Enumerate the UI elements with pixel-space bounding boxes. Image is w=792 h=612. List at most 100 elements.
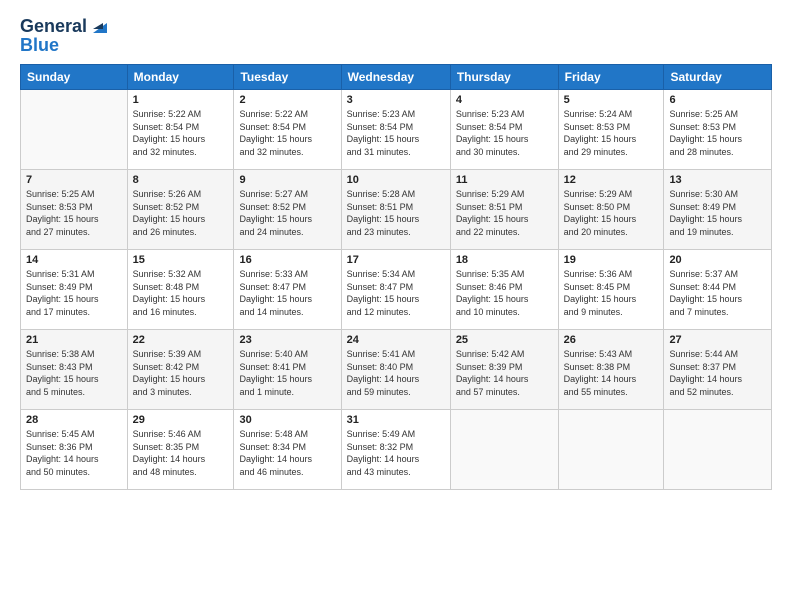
calendar-day-cell: 5 Sunrise: 5:24 AM Sunset: 8:53 PM Daylig… — [558, 90, 664, 170]
logo-general-text: General — [20, 16, 87, 37]
day-info: Sunrise: 5:37 AM Sunset: 8:44 PM Dayligh… — [669, 268, 766, 318]
day-number: 12 — [564, 174, 659, 186]
day-number: 18 — [456, 254, 553, 266]
calendar-week-row: 7 Sunrise: 5:25 AM Sunset: 8:53 PM Daylig… — [21, 170, 772, 250]
calendar-day-cell: 28Sunrise: 5:45 AM Sunset: 8:36 PM Dayli… — [21, 410, 128, 490]
day-number: 21 — [26, 334, 122, 346]
day-number: 17 — [347, 254, 445, 266]
day-info: Sunrise: 5:29 AM Sunset: 8:50 PM Dayligh… — [564, 188, 659, 238]
day-info: Sunrise: 5:22 AM Sunset: 8:54 PM Dayligh… — [239, 108, 335, 158]
calendar-day-cell: 8Sunrise: 5:26 AM Sunset: 8:52 PM Daylig… — [127, 170, 234, 250]
logo-icon — [89, 15, 111, 37]
day-number: 29 — [133, 414, 229, 426]
day-number: 14 — [26, 254, 122, 266]
weekday-header: Sunday — [21, 65, 128, 90]
calendar-day-cell — [450, 410, 558, 490]
day-info: Sunrise: 5:32 AM Sunset: 8:48 PM Dayligh… — [133, 268, 229, 318]
calendar-header-row: SundayMondayTuesdayWednesdayThursdayFrid… — [21, 65, 772, 90]
day-info: Sunrise: 5:23 AM Sunset: 8:54 PM Dayligh… — [347, 108, 445, 158]
day-number: 13 — [669, 174, 766, 186]
calendar-day-cell: 7 Sunrise: 5:25 AM Sunset: 8:53 PM Daylig… — [21, 170, 128, 250]
day-info: Sunrise: 5:27 AM Sunset: 8:52 PM Dayligh… — [239, 188, 335, 238]
calendar-day-cell: 4 Sunrise: 5:23 AM Sunset: 8:54 PM Daylig… — [450, 90, 558, 170]
day-info: Sunrise: 5:35 AM Sunset: 8:46 PM Dayligh… — [456, 268, 553, 318]
day-number: 24 — [347, 334, 445, 346]
calendar: SundayMondayTuesdayWednesdayThursdayFrid… — [20, 64, 772, 490]
day-number: 27 — [669, 334, 766, 346]
day-info: Sunrise: 5:38 AM Sunset: 8:43 PM Dayligh… — [26, 348, 122, 398]
day-number: 10 — [347, 174, 445, 186]
day-number: 8 — [133, 174, 229, 186]
calendar-day-cell: 20 Sunrise: 5:37 AM Sunset: 8:44 PM Dayli… — [664, 250, 772, 330]
day-info: Sunrise: 5:36 AM Sunset: 8:45 PM Dayligh… — [564, 268, 659, 318]
day-info: Sunrise: 5:46 AM Sunset: 8:35 PM Dayligh… — [133, 428, 229, 478]
calendar-day-cell: 14 Sunrise: 5:31 AM Sunset: 8:49 PM Dayli… — [21, 250, 128, 330]
calendar-day-cell: 13Sunrise: 5:30 AM Sunset: 8:49 PM Dayli… — [664, 170, 772, 250]
day-number: 30 — [239, 414, 335, 426]
calendar-day-cell: 25 Sunrise: 5:42 AM Sunset: 8:39 PM Dayli… — [450, 330, 558, 410]
day-number: 22 — [133, 334, 229, 346]
calendar-day-cell — [558, 410, 664, 490]
day-number: 16 — [239, 254, 335, 266]
calendar-day-cell: 16 Sunrise: 5:33 AM Sunset: 8:47 PM Dayli… — [234, 250, 341, 330]
weekday-header: Friday — [558, 65, 664, 90]
calendar-day-cell: 15Sunrise: 5:32 AM Sunset: 8:48 PM Dayli… — [127, 250, 234, 330]
day-number: 7 — [26, 174, 122, 186]
calendar-day-cell: 18 Sunrise: 5:35 AM Sunset: 8:46 PM Dayli… — [450, 250, 558, 330]
calendar-day-cell: 27 Sunrise: 5:44 AM Sunset: 8:37 PM Dayli… — [664, 330, 772, 410]
calendar-day-cell: 6Sunrise: 5:25 AM Sunset: 8:53 PM Daylig… — [664, 90, 772, 170]
calendar-day-cell: 2 Sunrise: 5:22 AM Sunset: 8:54 PM Daylig… — [234, 90, 341, 170]
day-number: 19 — [564, 254, 659, 266]
calendar-day-cell: 21 Sunrise: 5:38 AM Sunset: 8:43 PM Dayli… — [21, 330, 128, 410]
day-number: 26 — [564, 334, 659, 346]
day-number: 25 — [456, 334, 553, 346]
calendar-week-row: 21 Sunrise: 5:38 AM Sunset: 8:43 PM Dayli… — [21, 330, 772, 410]
calendar-day-cell: 3 Sunrise: 5:23 AM Sunset: 8:54 PM Daylig… — [341, 90, 450, 170]
weekday-header: Wednesday — [341, 65, 450, 90]
calendar-day-cell: 30 Sunrise: 5:48 AM Sunset: 8:34 PM Dayli… — [234, 410, 341, 490]
calendar-week-row: 14 Sunrise: 5:31 AM Sunset: 8:49 PM Dayli… — [21, 250, 772, 330]
calendar-day-cell: 17Sunrise: 5:34 AM Sunset: 8:47 PM Dayli… — [341, 250, 450, 330]
weekday-header: Tuesday — [234, 65, 341, 90]
day-info: Sunrise: 5:29 AM Sunset: 8:51 PM Dayligh… — [456, 188, 553, 238]
day-number: 4 — [456, 94, 553, 106]
day-number: 20 — [669, 254, 766, 266]
day-info: Sunrise: 5:41 AM Sunset: 8:40 PM Dayligh… — [347, 348, 445, 398]
day-number: 2 — [239, 94, 335, 106]
day-info: Sunrise: 5:25 AM Sunset: 8:53 PM Dayligh… — [26, 188, 122, 238]
day-number: 11 — [456, 174, 553, 186]
day-number: 1 — [133, 94, 229, 106]
weekday-header: Saturday — [664, 65, 772, 90]
day-number: 5 — [564, 94, 659, 106]
calendar-day-cell: 10Sunrise: 5:28 AM Sunset: 8:51 PM Dayli… — [341, 170, 450, 250]
logo-blue-text: Blue — [20, 35, 111, 56]
calendar-day-cell — [664, 410, 772, 490]
page: General Blue SundayMondayTuesdayWednesda… — [0, 0, 792, 612]
calendar-week-row: 1 Sunrise: 5:22 AM Sunset: 8:54 PM Daylig… — [21, 90, 772, 170]
calendar-day-cell — [21, 90, 128, 170]
calendar-day-cell: 9 Sunrise: 5:27 AM Sunset: 8:52 PM Daylig… — [234, 170, 341, 250]
day-info: Sunrise: 5:43 AM Sunset: 8:38 PM Dayligh… — [564, 348, 659, 398]
day-info: Sunrise: 5:33 AM Sunset: 8:47 PM Dayligh… — [239, 268, 335, 318]
day-info: Sunrise: 5:31 AM Sunset: 8:49 PM Dayligh… — [26, 268, 122, 318]
day-info: Sunrise: 5:42 AM Sunset: 8:39 PM Dayligh… — [456, 348, 553, 398]
day-number: 9 — [239, 174, 335, 186]
weekday-header: Thursday — [450, 65, 558, 90]
day-number: 6 — [669, 94, 766, 106]
calendar-day-cell: 31 Sunrise: 5:49 AM Sunset: 8:32 PM Dayli… — [341, 410, 450, 490]
calendar-day-cell: 11 Sunrise: 5:29 AM Sunset: 8:51 PM Dayli… — [450, 170, 558, 250]
day-info: Sunrise: 5:39 AM Sunset: 8:42 PM Dayligh… — [133, 348, 229, 398]
day-number: 31 — [347, 414, 445, 426]
day-info: Sunrise: 5:22 AM Sunset: 8:54 PM Dayligh… — [133, 108, 229, 158]
day-info: Sunrise: 5:24 AM Sunset: 8:53 PM Dayligh… — [564, 108, 659, 158]
calendar-day-cell: 1 Sunrise: 5:22 AM Sunset: 8:54 PM Daylig… — [127, 90, 234, 170]
day-info: Sunrise: 5:44 AM Sunset: 8:37 PM Dayligh… — [669, 348, 766, 398]
day-info: Sunrise: 5:48 AM Sunset: 8:34 PM Dayligh… — [239, 428, 335, 478]
day-info: Sunrise: 5:40 AM Sunset: 8:41 PM Dayligh… — [239, 348, 335, 398]
day-number: 3 — [347, 94, 445, 106]
header: General Blue — [20, 16, 772, 56]
calendar-day-cell: 24 Sunrise: 5:41 AM Sunset: 8:40 PM Dayli… — [341, 330, 450, 410]
day-info: Sunrise: 5:23 AM Sunset: 8:54 PM Dayligh… — [456, 108, 553, 158]
calendar-day-cell: 29 Sunrise: 5:46 AM Sunset: 8:35 PM Dayli… — [127, 410, 234, 490]
day-info: Sunrise: 5:49 AM Sunset: 8:32 PM Dayligh… — [347, 428, 445, 478]
